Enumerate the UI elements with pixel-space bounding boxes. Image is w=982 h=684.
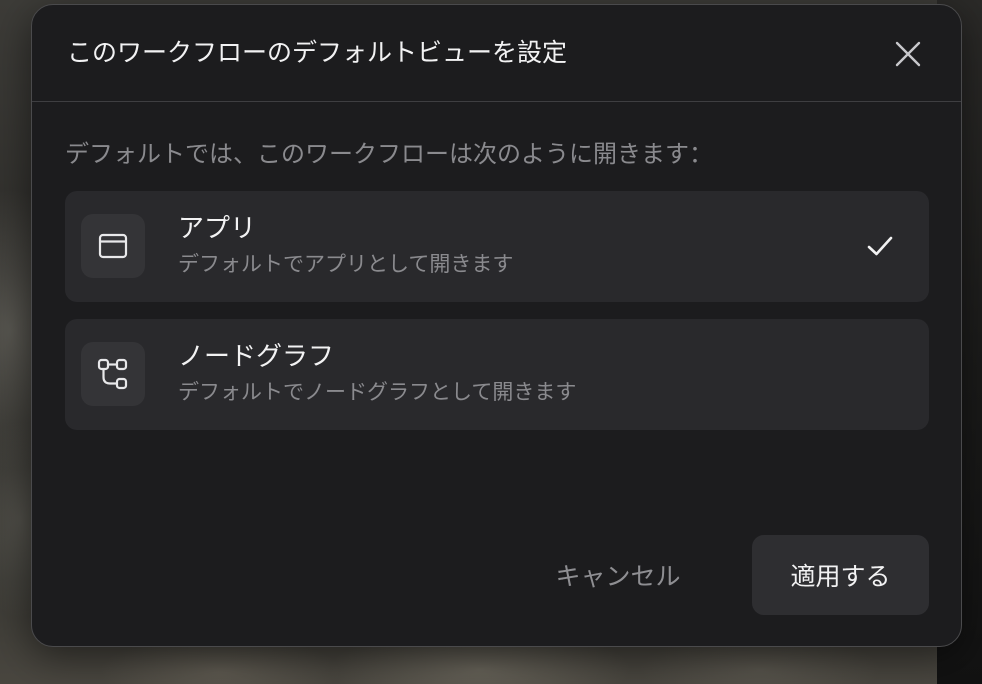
app-window-icon [98,233,128,259]
cancel-button[interactable]: キャンセル [529,535,707,615]
close-icon [895,41,921,67]
dialog-title: このワークフローのデフォルトビューを設定 [67,38,568,67]
option-node-graph[interactable]: ノードグラフ デフォルトでノードグラフとして開きます [65,319,929,430]
apply-button[interactable]: 適用する [752,535,929,615]
default-view-dialog: このワークフローのデフォルトビューを設定 デフォルトでは、このワークフローは次の… [31,4,962,647]
check-icon [867,236,893,256]
dialog-header: このワークフローのデフォルトビューを設定 [32,5,961,102]
option-app[interactable]: アプリ デフォルトでアプリとして開きます [65,191,929,302]
close-button[interactable] [893,39,923,69]
option-app-description: デフォルトでアプリとして開きます [178,252,514,276]
option-node-graph-description: デフォルトでノードグラフとして開きます [178,380,577,404]
app-icon-tile [81,214,145,278]
dialog-subtitle: デフォルトでは、このワークフローは次のように開きます： [65,140,713,168]
option-app-label: アプリ [178,214,257,244]
option-node-graph-label: ノードグラフ [178,342,335,372]
node-graph-icon [97,358,128,390]
node-graph-icon-tile [81,342,145,406]
